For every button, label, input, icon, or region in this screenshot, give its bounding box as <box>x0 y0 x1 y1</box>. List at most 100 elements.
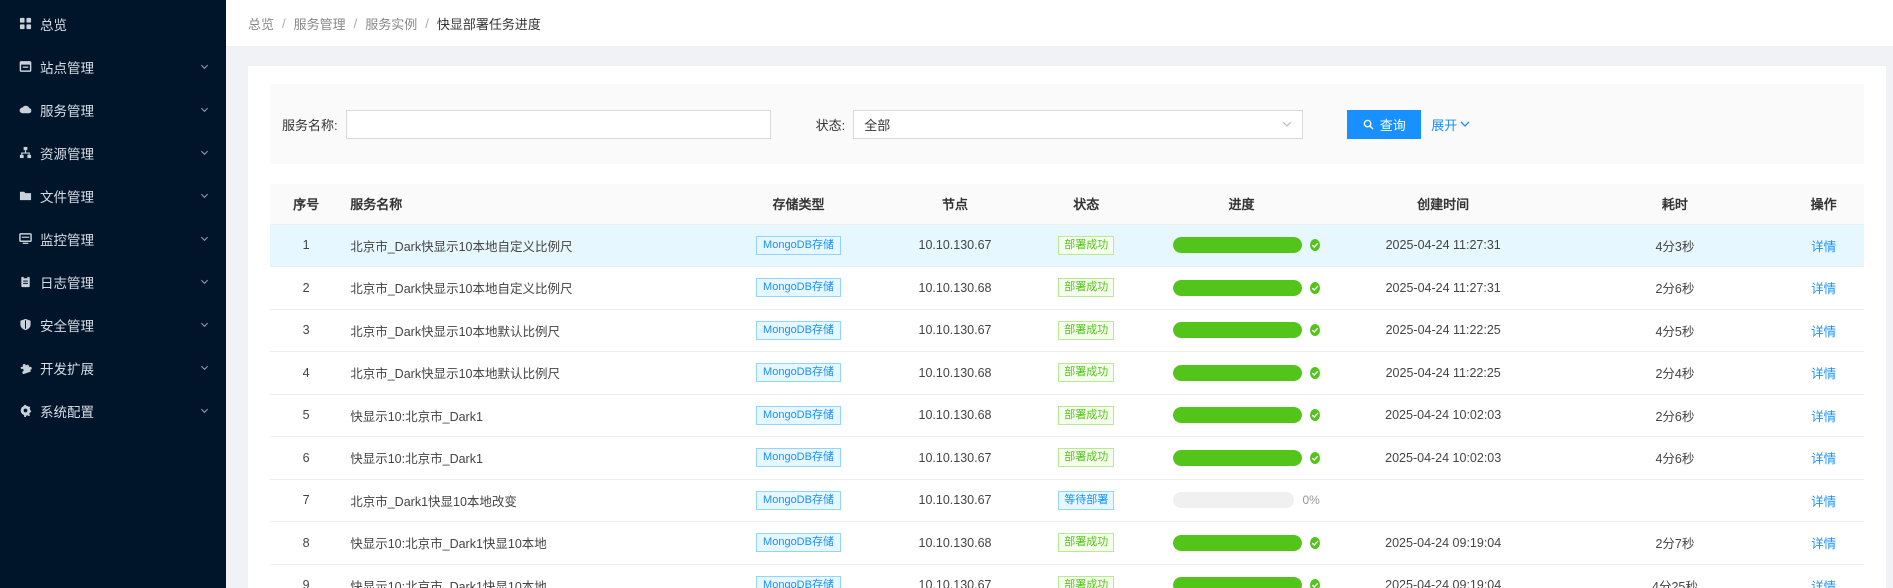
check-circle-icon <box>1309 281 1320 294</box>
detail-link[interactable]: 详情 <box>1811 452 1836 466</box>
hierarchy-icon <box>18 146 32 160</box>
sidebar-item-7[interactable]: 安全管理 <box>0 303 226 346</box>
row-number: 8 <box>270 521 343 565</box>
table-row[interactable]: 5 快显示10:北京市_Dark1 MongoDB存储 10.10.130.68 部署成… <box>270 394 1864 437</box>
detail-link[interactable]: 详情 <box>1811 367 1836 381</box>
expand-label: 展开 <box>1431 117 1458 133</box>
duration: 4分25秒 <box>1566 564 1784 588</box>
service-name-label: 服务名称: <box>282 117 338 133</box>
table-row[interactable]: 2 北京市_Dark快显示10本地自定义比例尺 MongoDB存储 10.10.130… <box>270 266 1864 310</box>
status-badge: 部署成功 <box>1058 405 1115 425</box>
progress-bar <box>1173 534 1302 551</box>
status-cell: 部署成功 <box>1009 564 1164 588</box>
service-name-input[interactable] <box>345 109 771 139</box>
table-row[interactable]: 4 北京市_Dark快显示10本地默认比例尺 MongoDB存储 10.10.130.… <box>270 351 1864 395</box>
sidebar-item-4[interactable]: 文件管理 <box>0 174 226 217</box>
sidebar-item-label: 站点管理 <box>40 60 94 76</box>
breadcrumb-item[interactable]: 服务实例 <box>365 14 417 33</box>
progress-bar <box>1173 492 1295 509</box>
duration: 4分5秒 <box>1566 309 1784 352</box>
search-icon <box>1363 119 1374 130</box>
created-time: 2025-04-24 10:02:03 <box>1319 436 1567 480</box>
sidebar-item-6[interactable]: 日志管理 <box>0 260 226 303</box>
node-ip: 10.10.130.67 <box>900 309 1010 352</box>
row-number: 6 <box>270 436 343 480</box>
task-table: 序号 服务名称 存储类型 节点 状态 进度 创建时间 耗时 操作 1 北京市_Dark快显示10本… <box>270 184 1864 588</box>
node-ip: 10.10.130.67 <box>900 436 1010 480</box>
duration <box>1566 479 1784 522</box>
table-row[interactable]: 8 快显示10:北京市_Dark1快显10本地 MongoDB存储 10.10.130… <box>270 521 1864 565</box>
table-body: 1 北京市_Dark快显示10本地自定义比例尺 MongoDB存储 10.10.130… <box>270 224 1864 588</box>
sidebar-item-2[interactable]: 服务管理 <box>0 88 226 131</box>
service-name: 北京市_Dark快显示10本地自定义比例尺 <box>342 224 697 267</box>
sidebar-item-label: 安全管理 <box>40 318 94 334</box>
column-header: 序号 <box>270 184 343 225</box>
detail-link[interactable]: 详情 <box>1811 410 1836 424</box>
action-cell: 详情 <box>1783 351 1864 395</box>
progress-cell <box>1163 521 1320 565</box>
chevron-down-icon <box>200 62 210 72</box>
progress-fill <box>1173 322 1302 339</box>
sidebar-item-3[interactable]: 资源管理 <box>0 131 226 174</box>
detail-link[interactable]: 详情 <box>1811 325 1836 339</box>
action-cell: 详情 <box>1783 521 1864 565</box>
duration: 2分4秒 <box>1566 351 1784 395</box>
app: 总览 站点管理 服务管理 资源管理 文件管理 监控管理 日志管理 安全管理 开发扩展 系统配置 总… <box>0 0 1893 588</box>
table-row[interactable]: 9 快显示10:北京市_Dark1快显10本地 MongoDB存储 10.10.130… <box>270 564 1864 588</box>
status-cell: 部署成功 <box>1009 224 1164 267</box>
sidebar-item-1[interactable]: 站点管理 <box>0 45 226 88</box>
sidebar-item-9[interactable]: 系统配置 <box>0 389 226 432</box>
table-row[interactable]: 1 北京市_Dark快显示10本地自定义比例尺 MongoDB存储 10.10.130… <box>270 224 1864 267</box>
sidebar-item-0[interactable]: 总览 <box>0 2 226 45</box>
table-row[interactable]: 3 北京市_Dark快显示10本地默认比例尺 MongoDB存储 10.10.130.… <box>270 309 1864 352</box>
action-cell: 详情 <box>1783 436 1864 480</box>
search-button-label: 查询 <box>1379 117 1406 133</box>
sidebar-item-5[interactable]: 监控管理 <box>0 217 226 260</box>
breadcrumb: 总览 / 服务管理 / 服务实例 / 快显部署任务进度 <box>226 0 1893 46</box>
row-number: 3 <box>270 309 343 352</box>
column-header: 服务名称 <box>342 184 697 225</box>
table-row[interactable]: 7 北京市_Dark1快显10本地改变 MongoDB存储 10.10.130.67 等… <box>270 479 1864 522</box>
gear-icon <box>18 404 32 418</box>
detail-link[interactable]: 详情 <box>1811 580 1836 588</box>
storage-type-cell: MongoDB存储 <box>696 479 901 522</box>
service-name: 快显示10:北京市_Dark1快显10本地 <box>342 521 697 565</box>
node-ip: 10.10.130.68 <box>900 266 1010 310</box>
status-label: 状态: <box>815 117 846 133</box>
progress <box>1163 237 1320 254</box>
expand-toggle[interactable]: 展开 <box>1431 115 1470 134</box>
created-time: 2025-04-24 09:19:04 <box>1319 564 1567 588</box>
action-cell: 详情 <box>1783 394 1864 437</box>
sidebar-item-label: 文件管理 <box>40 189 94 205</box>
site-icon <box>18 60 32 74</box>
duration: 2分6秒 <box>1566 394 1784 437</box>
progress-cell: 0% <box>1163 479 1320 522</box>
breadcrumb-item[interactable]: 总览 <box>248 14 274 33</box>
table-row[interactable]: 6 快显示10:北京市_Dark1 MongoDB存储 10.10.130.67 部署成… <box>270 436 1864 480</box>
sidebar-item-label: 服务管理 <box>40 103 94 119</box>
storage-type-cell: MongoDB存储 <box>696 521 901 565</box>
row-number: 9 <box>270 564 343 588</box>
storage-type-tag: MongoDB存储 <box>756 575 841 588</box>
puzzle-icon <box>18 361 32 375</box>
status-badge: 部署成功 <box>1058 235 1115 255</box>
sidebar-item-8[interactable]: 开发扩展 <box>0 346 226 389</box>
action-cell: 详情 <box>1783 309 1864 352</box>
breadcrumb-item[interactable]: 服务管理 <box>294 14 346 33</box>
status-select[interactable]: 全部 <box>853 109 1304 139</box>
check-circle-icon <box>1309 409 1320 422</box>
detail-link[interactable]: 详情 <box>1811 282 1836 296</box>
search-button[interactable]: 查询 <box>1347 109 1422 139</box>
progress-fill <box>1173 279 1302 296</box>
progress-bar <box>1173 449 1302 466</box>
detail-link[interactable]: 详情 <box>1811 240 1836 254</box>
storage-type-tag: MongoDB存储 <box>756 278 841 298</box>
progress-bar <box>1173 364 1302 381</box>
status-cell: 部署成功 <box>1009 521 1164 565</box>
folder-icon <box>18 189 32 203</box>
detail-link[interactable]: 详情 <box>1811 495 1836 509</box>
progress <box>1163 322 1320 339</box>
detail-link[interactable]: 详情 <box>1811 537 1836 551</box>
node-ip: 10.10.130.67 <box>900 224 1010 267</box>
created-time: 2025-04-24 11:27:31 <box>1319 224 1567 267</box>
